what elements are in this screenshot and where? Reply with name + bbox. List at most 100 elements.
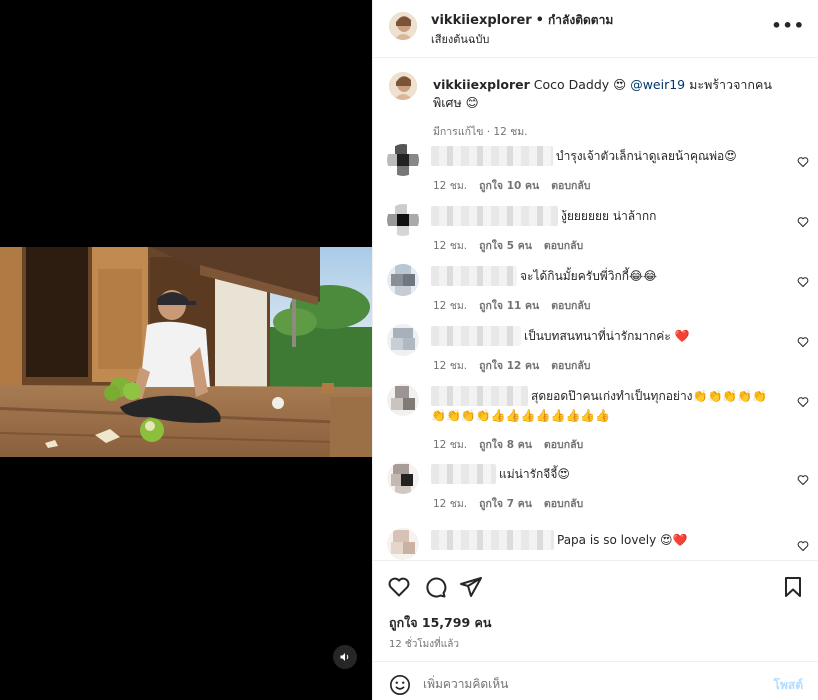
like-heart-icon[interactable] (387, 575, 411, 599)
comment-text: บำรุงเจ้าตัวเล็กน่าดูเลยน้าคุณพ่อ😍 (556, 149, 737, 163)
caption-body: Coco Daddy 😍 (533, 77, 627, 92)
caption-avatar[interactable] (389, 72, 417, 100)
heart-outline-icon[interactable] (797, 216, 809, 228)
pixelated-avatar-image (387, 324, 419, 356)
avatar-photo (389, 12, 417, 40)
comment-likes-link[interactable]: ถูกใจ 12 คน (479, 360, 539, 372)
heart-outline-icon[interactable] (797, 276, 809, 288)
comment-time: 12 ชม. (433, 240, 468, 252)
heart-outline-icon[interactable] (797, 396, 809, 408)
comment-time: 12 ชม. (433, 300, 468, 312)
caption-text: vikkiiexplorer Coco Daddy 😍 @weir19 มะพร… (433, 76, 793, 112)
mute-toggle-button[interactable] (333, 645, 357, 669)
avatar-photo (389, 72, 417, 100)
comment-meta: 12 ชม. ถูกใจ 5 คน ตอบกลับ (433, 237, 595, 254)
comment-meta: 12 ชม. ถูกใจ 7 คน ตอบกลับ (433, 495, 595, 512)
author-avatar[interactable] (389, 12, 417, 40)
comments-list[interactable]: vikkiiexplorer Coco Daddy 😍 @weir19 มะพร… (373, 58, 818, 560)
header-username-row: vikkiiexplorer • กำลังติดตาม (431, 11, 613, 30)
post-timestamp[interactable]: 12 ชั่วโมงที่แล้ว (389, 637, 459, 652)
post-header: vikkiiexplorer • กำลังติดตาม เสียงต้นฉบับ … (373, 0, 818, 58)
commenter-avatar[interactable] (387, 384, 419, 416)
comment-likes-link[interactable]: ถูกใจ 8 คน (479, 439, 532, 451)
comment-meta: 12 ชม. ถูกใจ 8 คน ตอบกลับ (433, 436, 595, 453)
reply-button[interactable]: ตอบกลับ (544, 439, 583, 451)
pixelated-avatar-image (387, 204, 419, 236)
comment-likes-link[interactable]: ถูกใจ 10 คน (479, 180, 539, 192)
comment-meta: 12 ชม. ถูกใจ 12 คน ตอบกลับ (433, 357, 602, 374)
heart-outline-icon[interactable] (797, 540, 809, 552)
comment-body: สุดยอดป๊าคนเก่งทำเป็นทุกอย่าง👏👏👏👏👏👏👏👏👏👍👍… (431, 386, 781, 425)
comment-item: Papa is so lovely 😍❤️ (373, 528, 818, 560)
blurred-username[interactable] (431, 146, 553, 166)
share-send-icon[interactable] (459, 575, 483, 599)
comment-item: งู้ยยยยยย น่าล้ากก 12 ชม. ถูกใจ 5 คน ตอบกล… (373, 204, 818, 262)
reply-button[interactable]: ตอบกลับ (551, 360, 590, 372)
comment-text: แม่น่ารักจีจี้😍 (499, 467, 570, 481)
blurred-username[interactable] (431, 530, 554, 550)
commenter-avatar[interactable] (387, 528, 419, 560)
blurred-username[interactable] (431, 266, 517, 286)
comment-time: 12 ชม. (433, 360, 468, 372)
video-still (0, 247, 372, 457)
comment-time: 12 ชม. (433, 439, 468, 451)
commenter-avatar[interactable] (387, 144, 419, 176)
comment-item: เป็นบทสนทนาที่น่ารักมากค่ะ ❤️ 12 ชม. ถูกใ… (373, 324, 818, 382)
comment-text: งู้ยยยยยย น่าล้ากก (561, 209, 657, 223)
post-actions: ถูกใจ 15,799 คน 12 ชั่วโมงที่แล้ว โพสต์ (373, 560, 818, 700)
commenter-avatar[interactable] (387, 204, 419, 236)
pixelated-avatar-image (387, 384, 419, 416)
likes-count-link[interactable]: ถูกใจ 15,799 คน (389, 613, 491, 633)
heart-outline-icon[interactable] (797, 336, 809, 348)
comment-likes-link[interactable]: ถูกใจ 11 คน (479, 300, 539, 312)
comment-body: บำรุงเจ้าตัวเล็กน่าดูเลยน้าคุณพ่อ😍 (431, 146, 781, 166)
comment-likes-link[interactable]: ถูกใจ 7 คน (479, 498, 532, 510)
comment-time: 12 ชม. (433, 498, 468, 510)
pixelated-avatar-image (387, 144, 419, 176)
media-viewer (0, 0, 372, 700)
comment-input[interactable] (423, 672, 743, 696)
reply-button[interactable]: ตอบกลับ (544, 240, 583, 252)
heart-outline-icon[interactable] (797, 156, 809, 168)
comment-text: เป็นบทสนทนาที่น่ารักมากค่ะ ❤️ (524, 329, 690, 343)
comment-text: จะได้กินมั้ยครับพี่วิกกี้😂😂 (520, 269, 658, 283)
comment-body: แม่น่ารักจีจี้😍 (431, 464, 781, 484)
comment-item: สุดยอดป๊าคนเก่งทำเป็นทุกอย่าง👏👏👏👏👏👏👏👏👏👍👍… (373, 384, 818, 462)
add-comment-bar: โพสต์ (373, 661, 818, 700)
speaker-icon (340, 653, 349, 661)
commenter-avatar[interactable] (387, 324, 419, 356)
author-username-link[interactable]: vikkiiexplorer (431, 13, 532, 28)
post-comment-button[interactable]: โพสต์ (774, 676, 803, 695)
post-panel: vikkiiexplorer • กำลังติดตาม เสียงต้นฉบับ … (372, 0, 818, 700)
reply-button[interactable]: ตอบกลับ (551, 180, 590, 192)
blurred-username[interactable] (431, 206, 558, 226)
blurred-username[interactable] (431, 464, 496, 484)
comment-item: จะได้กินมั้ยครับพี่วิกกี้😂😂 12 ชม. ถูกใจ … (373, 264, 818, 322)
commenter-avatar[interactable] (387, 264, 419, 296)
emoji-smiley-icon[interactable] (389, 674, 411, 696)
caption-username-link[interactable]: vikkiiexplorer (433, 77, 530, 92)
blurred-username[interactable] (431, 326, 521, 346)
caption-meta: มีการแก้ไข · 12 ชม. (433, 126, 528, 138)
more-options-button[interactable]: ••• (771, 16, 805, 35)
comment-body: จะได้กินมั้ยครับพี่วิกกี้😂😂 (431, 266, 781, 286)
reply-button[interactable]: ตอบกลับ (544, 498, 583, 510)
comment-time: 12 ชม. (433, 180, 468, 192)
following-button[interactable]: กำลังติดตาม (548, 13, 613, 27)
comment-body: เป็นบทสนทนาที่น่ารักมากค่ะ ❤️ (431, 326, 781, 346)
comment-item: บำรุงเจ้าตัวเล็กน่าดูเลยน้าคุณพ่อ😍 12 ชม… (373, 144, 818, 202)
comment-bubble-icon[interactable] (423, 575, 447, 599)
commenter-avatar[interactable] (387, 462, 419, 494)
pixelated-avatar-image (387, 462, 419, 494)
pixelated-avatar-image (387, 528, 419, 560)
pixelated-avatar-image (387, 264, 419, 296)
comment-likes-link[interactable]: ถูกใจ 5 คน (479, 240, 532, 252)
heart-outline-icon[interactable] (797, 474, 809, 486)
caption-mention-link[interactable]: @weir19 (630, 77, 685, 92)
post-video[interactable] (0, 247, 372, 457)
bookmark-save-icon[interactable] (781, 575, 805, 599)
comment-body: งู้ยยยยยย น่าล้ากก (431, 206, 781, 226)
blurred-username[interactable] (431, 386, 528, 406)
original-audio-link[interactable]: เสียงต้นฉบับ (431, 30, 489, 48)
reply-button[interactable]: ตอบกลับ (551, 300, 590, 312)
